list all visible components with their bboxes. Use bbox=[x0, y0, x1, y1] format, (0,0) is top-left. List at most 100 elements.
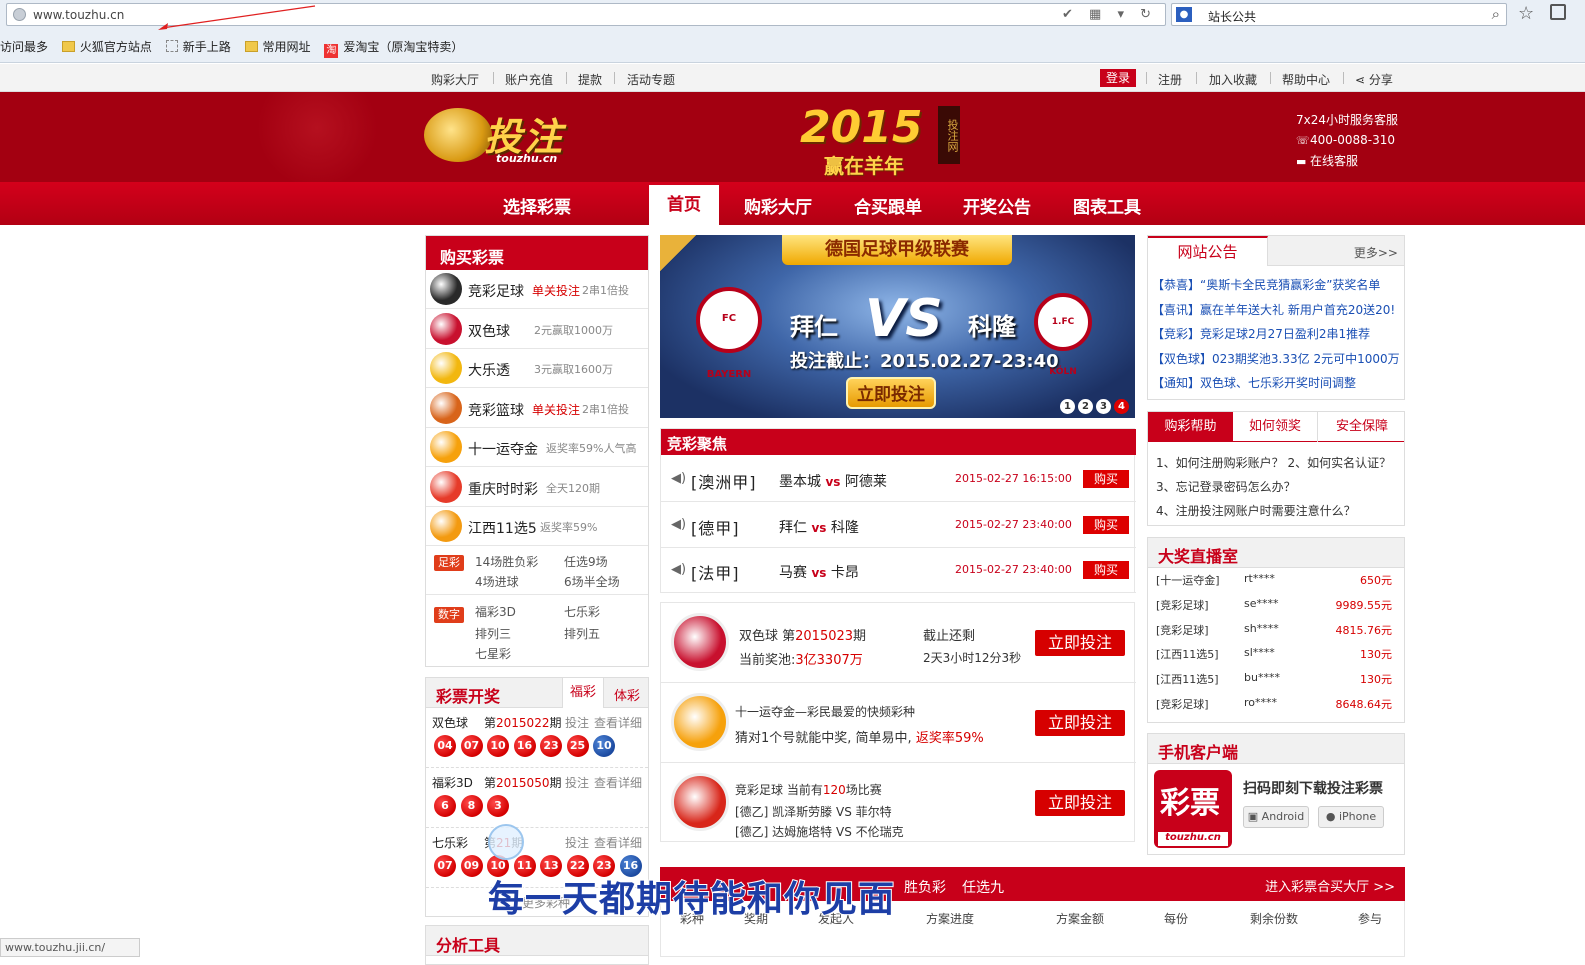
banner-page-1[interactable]: 1 bbox=[1060, 399, 1075, 414]
video-caption: 每一天都期待能和你见面 bbox=[487, 878, 896, 921]
help-line-2[interactable]: 3、忘记登录密码怎么办？ bbox=[1156, 478, 1296, 495]
login-button[interactable]: 登录 bbox=[1100, 69, 1136, 87]
banner-bet-button[interactable]: 立即投注 bbox=[846, 377, 936, 409]
draw-detail-link[interactable]: 查看详细 bbox=[594, 834, 642, 851]
lottery-row[interactable]: 重庆时时彩 全天120期 bbox=[426, 468, 648, 507]
11x5-bet-button[interactable]: 立即投注 bbox=[1035, 710, 1125, 736]
banner-page-3[interactable]: 3 bbox=[1096, 399, 1111, 414]
lottery-row[interactable]: 大乐透 3元赢取1600万 bbox=[426, 349, 648, 388]
shuzi-qlc[interactable]: 七乐彩 bbox=[564, 603, 600, 620]
match-banner[interactable]: 德国足球甲级联赛 FC BAYERN 拜仁 VS 科隆 1.FC KÖLN 投注… bbox=[660, 235, 1135, 418]
banner-pager: 1234 bbox=[1057, 398, 1129, 414]
bookmark-star-icon[interactable]: ☆ bbox=[1518, 3, 1534, 24]
online-service-link[interactable]: ▬ 在线客服 bbox=[1296, 151, 1398, 172]
cursor-highlight bbox=[488, 824, 524, 860]
jczq-match-1[interactable]: [德乙] 凯泽斯劳滕 VS 菲尔特 bbox=[735, 803, 892, 820]
tab-fucai[interactable]: 福彩 bbox=[562, 678, 604, 708]
top-link-recharge[interactable]: 账户充值 bbox=[505, 71, 553, 88]
zucai-4[interactable]: 4场进球 bbox=[475, 573, 519, 590]
lottery-row[interactable]: 十一运夺金 返奖率59%人气高 bbox=[426, 428, 648, 467]
hemai-hall-link[interactable]: 进入彩票合买大厅 >> bbox=[1265, 876, 1395, 895]
tab-security[interactable]: 安全保障 bbox=[1319, 412, 1405, 442]
search-text[interactable]: 站长公共 bbox=[1208, 8, 1256, 25]
red-ball: 10 bbox=[487, 735, 509, 757]
iphone-button[interactable]: ● iPhone bbox=[1318, 806, 1384, 828]
menu-icon[interactable] bbox=[1550, 4, 1566, 20]
app-icon[interactable]: 彩票 touzhu.cn bbox=[1154, 770, 1232, 848]
hemai-tab-r9[interactable]: 任选九 bbox=[962, 877, 1004, 897]
tab-buy-help[interactable]: 购彩帮助 bbox=[1148, 412, 1233, 442]
draw-bet-link[interactable]: 投注 bbox=[565, 834, 589, 851]
top-link-events[interactable]: 活动专题 bbox=[627, 71, 675, 88]
help-center-link[interactable]: 帮助中心 bbox=[1282, 71, 1330, 88]
lottery-ball-icon bbox=[430, 431, 462, 463]
featured-jczq: 竞彩足球 当前有120场比赛 [德乙] 凯泽斯劳滕 VS 菲尔特 [德乙] 达姆… bbox=[661, 763, 1136, 843]
search-icon[interactable]: ⌕ bbox=[1492, 5, 1500, 23]
shuzi-7xc[interactable]: 七星彩 bbox=[475, 645, 511, 662]
ssq-bet-button[interactable]: 立即投注 bbox=[1035, 630, 1125, 656]
bookmark-getting-started[interactable]: 新手上路 bbox=[165, 38, 231, 55]
focus-buy-button[interactable]: 购买 bbox=[1083, 561, 1129, 579]
jczq-match-2[interactable]: [德乙] 达姆施塔特 VS 不伦瑞克 bbox=[735, 823, 904, 840]
tab-claim-prize[interactable]: 如何领奖 bbox=[1233, 412, 1318, 442]
address-text[interactable]: www.touzhu.cn bbox=[33, 8, 124, 22]
banner-page-4[interactable]: 4 bbox=[1114, 399, 1129, 414]
android-button[interactable]: ▣ Android bbox=[1243, 806, 1309, 828]
focus-buy-button[interactable]: 购买 bbox=[1083, 515, 1129, 534]
share-link[interactable]: ⋖ 分享 bbox=[1355, 71, 1393, 88]
focus-buy-button[interactable]: 购买 bbox=[1083, 470, 1129, 488]
nav-hall[interactable]: 购彩大厅 bbox=[744, 193, 812, 218]
lottery-row[interactable]: 竞彩篮球 单关投注 2串1倍投 bbox=[426, 389, 648, 428]
notice-item[interactable]: 【通知】双色球、七乐彩开奖时间调整 bbox=[1152, 374, 1356, 391]
lottery-row[interactable]: 江西11选5 返奖率59% bbox=[426, 507, 648, 546]
draw-detail-link[interactable]: 查看详细 bbox=[594, 774, 642, 791]
help-line-1[interactable]: 1、如何注册购彩账户？ 2、如何实名认证？ bbox=[1156, 454, 1391, 471]
bookmark-aitaobao[interactable]: 淘爱淘宝（原淘宝特卖） bbox=[324, 38, 463, 58]
add-favorite-link[interactable]: 加入收藏 bbox=[1209, 71, 1257, 88]
tab-ticai[interactable]: 体彩 bbox=[614, 685, 640, 704]
notice-item[interactable]: 【恭喜】“奥斯卡全民竞猜赢彩金”获奖名单 bbox=[1152, 276, 1380, 293]
panel-title: 购买彩票 bbox=[426, 236, 648, 270]
nav-draw-notice[interactable]: 开奖公告 bbox=[963, 193, 1031, 218]
shuzi-p3[interactable]: 排列三 bbox=[475, 625, 511, 642]
zucai-r9[interactable]: 任选9场 bbox=[564, 553, 608, 570]
top-link-withdraw[interactable]: 提款 bbox=[578, 71, 602, 88]
top-link-hall[interactable]: 购彩大厅 bbox=[431, 71, 479, 88]
nav-charts[interactable]: 图表工具 bbox=[1073, 193, 1141, 218]
help-line-3[interactable]: 4、注册投注网账户时需要注意什么？ bbox=[1156, 502, 1356, 519]
hemai-tab-sfc[interactable]: 胜负彩 bbox=[904, 877, 946, 897]
zucai-6[interactable]: 6场半全场 bbox=[564, 573, 620, 590]
focus-match-row[interactable]: ◀) [澳洲甲] 墨本城 vs 阿德莱 2015-02-27 16:15:00 购买 bbox=[661, 457, 1136, 502]
draw-bet-link[interactable]: 投注 bbox=[565, 774, 589, 791]
lottery-row[interactable]: 竞彩足球 单关投注 2串1倍投 bbox=[426, 270, 648, 309]
nav-choose-lottery[interactable]: 选择彩票 bbox=[503, 193, 571, 218]
shuzi-p5[interactable]: 排列五 bbox=[564, 625, 600, 642]
search-box[interactable]: ● 站长公共 ⌕ bbox=[1171, 3, 1507, 26]
focus-match-row[interactable]: ◀) [法甲] 马赛 vs 卡昂 2015-02-27 23:40:00 购买 bbox=[661, 548, 1136, 593]
lottery-desc: 3元赢取1600万 bbox=[534, 363, 613, 376]
search-engine-icon[interactable]: ● bbox=[1176, 7, 1192, 22]
jczq-bet-button[interactable]: 立即投注 bbox=[1035, 790, 1125, 816]
notice-more-link[interactable]: 更多>> bbox=[1354, 244, 1398, 261]
register-link[interactable]: 注册 bbox=[1158, 71, 1182, 88]
notice-item[interactable]: 【双色球】023期奖池3.33亿 2元可中1000万 bbox=[1152, 350, 1400, 367]
address-bar-icons[interactable]: ✔ ▦ ▾ ↻ bbox=[1062, 7, 1157, 22]
site-logo[interactable]: 投注 touzhu.cn bbox=[424, 102, 594, 168]
nav-home[interactable]: 首页 bbox=[649, 185, 719, 225]
focus-match-row[interactable]: ◀) [德甲] 拜仁 vs 科隆 2015-02-27 23:40:00 购买 bbox=[661, 503, 1136, 548]
koln-badge-icon: 1.FC KÖLN bbox=[1034, 293, 1092, 377]
notice-item[interactable]: 【竞彩】竞彩足球2月27日盈利2串1推荐 bbox=[1152, 325, 1370, 342]
red-ball: 25 bbox=[566, 735, 589, 757]
draw-bet-link[interactable]: 投注 bbox=[565, 714, 589, 731]
nav-hemai[interactable]: 合买跟单 bbox=[854, 193, 922, 218]
focus-time: 2015-02-27 23:40:00 bbox=[955, 517, 1072, 531]
bookmark-firefox[interactable]: 火狐官方站点 bbox=[61, 38, 152, 55]
draw-detail-link[interactable]: 查看详细 bbox=[594, 714, 642, 731]
bookmark-most-visited[interactable]: 访问最多 bbox=[0, 38, 48, 55]
bookmark-common-sites[interactable]: 常用网址 bbox=[244, 38, 311, 55]
banner-page-2[interactable]: 2 bbox=[1078, 399, 1093, 414]
zucai-14[interactable]: 14场胜负彩 bbox=[475, 553, 538, 570]
notice-item[interactable]: 【喜讯】赢在羊年送大礼 新用户首充20送20! bbox=[1152, 301, 1395, 318]
lottery-row[interactable]: 双色球 2元赢取1000万 bbox=[426, 310, 648, 349]
shuzi-3d[interactable]: 福彩3D bbox=[475, 603, 516, 620]
